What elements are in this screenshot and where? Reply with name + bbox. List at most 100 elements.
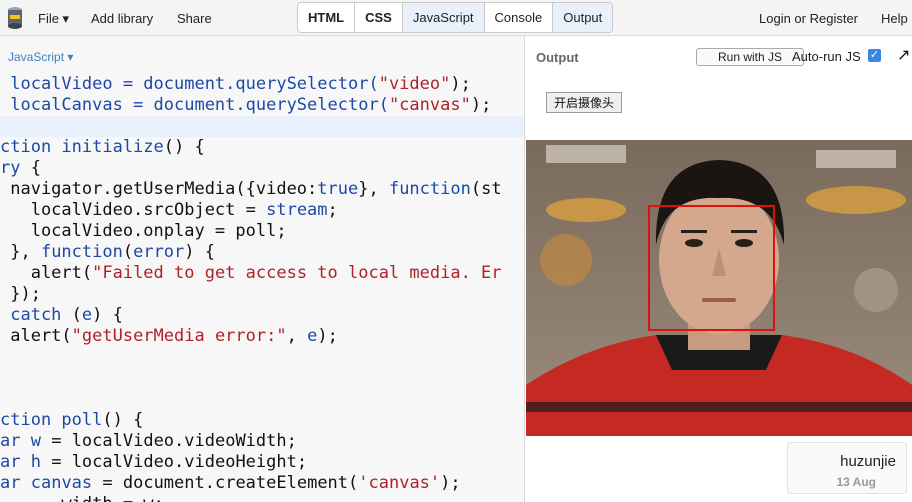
login-register-link[interactable]: Login or Register	[759, 11, 858, 26]
code-token: "video"	[378, 74, 451, 94]
code-line[interactable]: }, function(error) {	[0, 242, 502, 263]
code-token: e	[81, 305, 93, 325]
language-select[interactable]: JavaScript ▾	[8, 50, 73, 64]
top-toolbar: File ▾ Add library Share HTML CSS JavaSc…	[0, 0, 912, 36]
code-token: ) {	[184, 242, 215, 262]
auto-run-checkbox[interactable]: ✓	[868, 49, 881, 62]
code-token: e	[307, 326, 318, 346]
jsbin-logo-icon[interactable]	[6, 6, 24, 30]
code-line[interactable]	[0, 389, 502, 410]
code-line[interactable]: localVideo.srcObject = stream;	[0, 200, 502, 221]
code-token: width = w;	[0, 494, 163, 502]
code-line[interactable]: ar canvas = document.createElement('canv…	[0, 473, 502, 494]
code-token: = localVideo.videoHeight;	[40, 452, 308, 472]
user-date: 13 Aug	[836, 475, 876, 489]
code-token: localCanvas = document.querySelector(	[0, 95, 389, 115]
code-line[interactable]: catch (e) {	[0, 305, 502, 326]
code-token: },	[358, 179, 389, 199]
output-panel: Output Run with JS Auto-run JS ✓ ↗ 开启摄像头	[526, 36, 912, 502]
code-token: (	[122, 242, 134, 262]
code-token: ,	[286, 326, 308, 346]
code-token: ction poll	[0, 410, 103, 430]
code-line[interactable]: localVideo = document.querySelector("vid…	[0, 74, 502, 95]
code-token: ry	[0, 158, 21, 178]
code-token: (st	[470, 179, 502, 199]
tab-css[interactable]: CSS	[355, 3, 403, 32]
code-line[interactable]: localVideo.onplay = poll;	[0, 221, 502, 242]
code-token: ar	[0, 473, 21, 493]
share-menu[interactable]: Share	[177, 11, 212, 26]
code-token: 'canvas'	[358, 473, 441, 493]
code-token: canvas	[30, 473, 93, 493]
help-link[interactable]: Help	[881, 11, 908, 26]
code-token: );	[440, 473, 461, 493]
tab-javascript[interactable]: JavaScript	[402, 3, 485, 32]
code-line[interactable]: alert("getUserMedia error:", e);	[0, 326, 502, 347]
tab-output[interactable]: Output	[553, 3, 613, 32]
code-token: h	[30, 452, 41, 472]
video-preview	[526, 140, 912, 436]
code-token: () {	[102, 410, 144, 430]
code-token: localVideo = document.querySelector(	[0, 74, 379, 94]
code-line[interactable]: ry {	[0, 158, 502, 179]
code-token: alert(	[0, 263, 93, 283]
add-library-menu[interactable]: Add library	[91, 11, 153, 26]
code-token: ) {	[92, 305, 123, 325]
code-token: function	[40, 242, 123, 262]
tab-html[interactable]: HTML	[298, 3, 356, 32]
open-camera-button[interactable]: 开启摄像头	[546, 92, 622, 113]
code-token: (	[61, 305, 82, 325]
panel-tabs: HTML CSS JavaScript Console Output	[297, 2, 614, 33]
code-line[interactable]: ction initialize() {	[0, 137, 502, 158]
code-token: w	[30, 431, 41, 451]
code-token: );	[470, 95, 492, 115]
code-token: localVideo.onplay = poll;	[0, 221, 287, 241]
code-token: {	[20, 158, 41, 178]
expand-arrow-icon[interactable]: ↗	[897, 45, 910, 65]
code-line[interactable]: navigator.getUserMedia({video:true}, fun…	[0, 179, 502, 200]
code-line[interactable]	[0, 368, 502, 389]
code-token: "canvas"	[388, 95, 471, 115]
file-menu[interactable]: File ▾	[38, 11, 69, 27]
run-with-js-button[interactable]: Run with JS	[696, 48, 804, 66]
code-line[interactable]: ar h = localVideo.videoHeight;	[0, 452, 502, 473]
code-token: true	[317, 179, 359, 199]
code-line[interactable]: localCanvas = document.querySelector("ca…	[0, 95, 502, 116]
code-content[interactable]: localVideo = document.querySelector("vid…	[0, 74, 502, 502]
code-token: "getUserMedia error:"	[71, 326, 287, 346]
code-line[interactable]: ction poll() {	[0, 410, 502, 431]
code-line[interactable]	[0, 347, 502, 368]
code-token: );	[317, 326, 338, 346]
code-token: alert(	[0, 326, 72, 346]
code-token: ction initialize	[0, 137, 164, 157]
code-token: stream	[266, 200, 328, 220]
user-name: huzunjie	[840, 453, 896, 470]
code-token: "Failed to get access to local media. Er	[92, 263, 502, 283]
tab-console[interactable]: Console	[485, 3, 554, 32]
auto-run-label: Auto-run JS	[792, 49, 861, 64]
code-token: localVideo.srcObject =	[0, 200, 267, 220]
code-token: () {	[163, 137, 205, 157]
code-line[interactable]: ar w = localVideo.videoWidth;	[0, 431, 502, 452]
code-token: });	[0, 284, 41, 304]
javascript-editor[interactable]: JavaScript ▾ localVideo = document.query…	[0, 36, 525, 502]
code-line[interactable]: alert("Failed to get access to local med…	[0, 263, 502, 284]
output-label: Output	[536, 50, 579, 65]
code-token: ar	[0, 452, 21, 472]
user-badge[interactable]: huzunjie 13 Aug	[787, 442, 907, 494]
code-token: ar	[0, 431, 21, 451]
code-token: error	[133, 242, 185, 262]
code-token: = localVideo.videoWidth;	[40, 431, 297, 451]
code-token: ;	[327, 200, 338, 220]
code-line[interactable]: });	[0, 284, 502, 305]
code-token: );	[450, 74, 471, 94]
code-token: function	[388, 179, 471, 199]
code-line[interactable]	[0, 116, 502, 137]
code-token: = document.createElement(	[92, 473, 359, 493]
code-token: navigator.getUserMedia({video:	[0, 179, 318, 199]
code-line[interactable]: width = w;	[0, 494, 502, 502]
code-token: catch	[0, 305, 62, 325]
